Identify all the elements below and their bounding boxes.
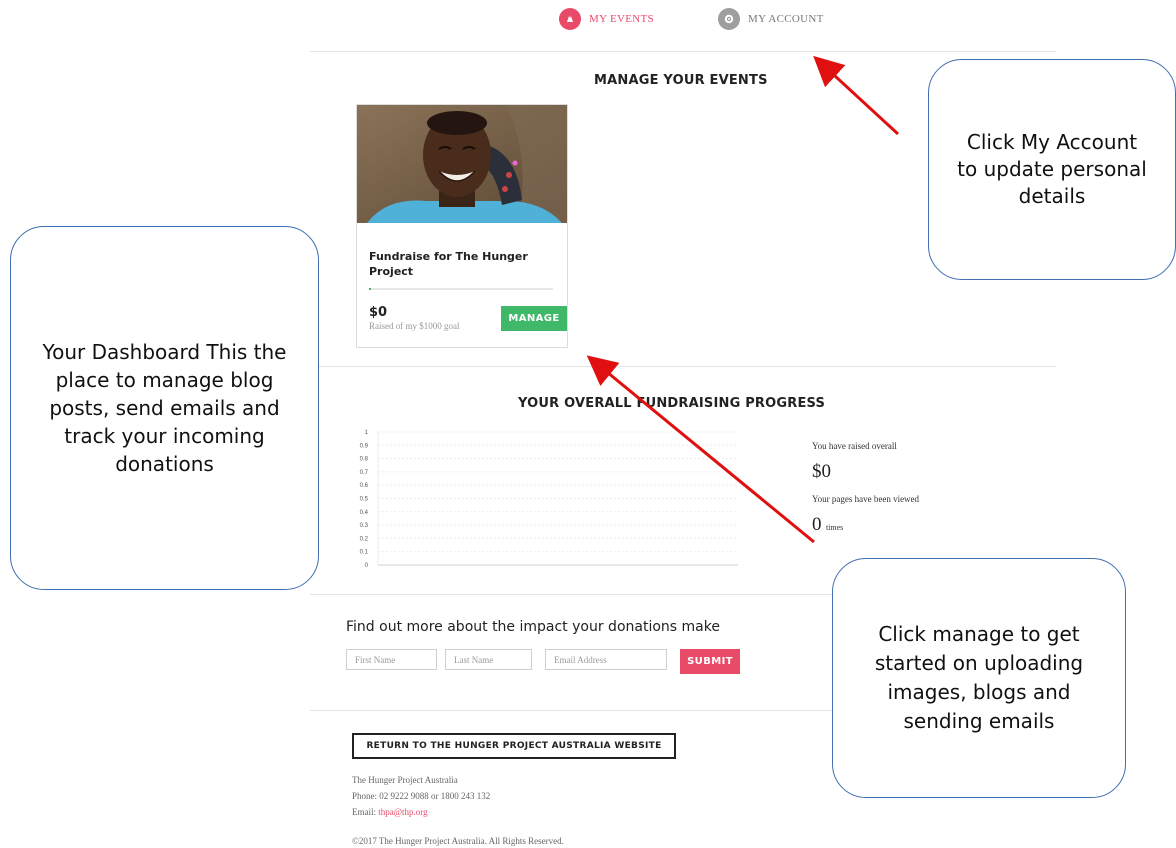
- arrow-to-my-account: [813, 55, 900, 136]
- arrow-to-manage: [586, 355, 815, 544]
- annotation-arrows: [586, 55, 900, 544]
